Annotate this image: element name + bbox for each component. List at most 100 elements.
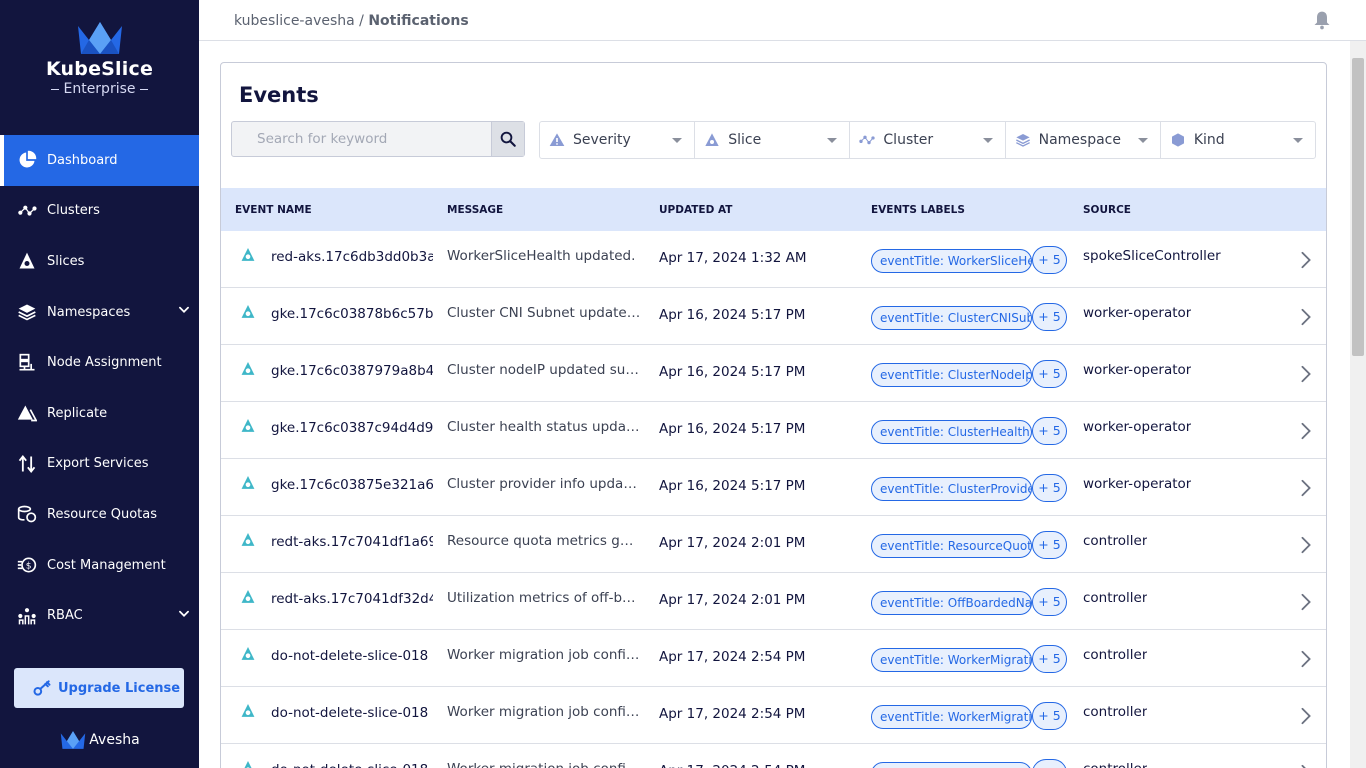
event-name: do-not-delete-slice-018	[271, 762, 433, 768]
notifications-bell-icon[interactable]	[1312, 10, 1332, 34]
table-row[interactable]: redt-aks.17c7041df32d4 Utilization metric…	[221, 573, 1326, 630]
scrollbar-thumb[interactable]	[1352, 58, 1364, 356]
table-row[interactable]: do-not-delete-slice-018 Worker migration …	[221, 630, 1326, 687]
chevron-right-icon[interactable]	[1299, 308, 1313, 330]
column-updated-at[interactable]: UPDATED AT	[659, 204, 732, 216]
event-labels: eventTitle: ClusterNodeIp + 5	[871, 359, 1067, 389]
event-label-chip[interactable]: eventTitle: ClusterCNISubnet	[871, 306, 1032, 330]
filter-namespace[interactable]: Namespace	[1006, 122, 1161, 158]
column-event-name[interactable]: EVENT NAME	[235, 204, 312, 216]
event-label-chip[interactable]: eventTitle: WorkerMigration	[871, 705, 1032, 729]
sidebar-item-slices[interactable]: Slices	[0, 236, 199, 287]
chevron-right-icon[interactable]	[1299, 479, 1313, 501]
event-source: controller	[1083, 761, 1147, 768]
sidebar-item-label: Resource Quotas	[47, 506, 158, 522]
chevron-down-icon[interactable]	[177, 607, 191, 625]
event-severity-icon	[241, 589, 255, 609]
more-labels-chip[interactable]: + 5	[1032, 360, 1067, 388]
kubeslice-logo[interactable]: KubeSlice Enterprise	[0, 20, 199, 97]
more-labels-chip[interactable]: + 5	[1032, 588, 1067, 616]
sidebar-item-resource-quotas[interactable]: Resource Quotas	[0, 489, 199, 540]
sidebar-item-clusters[interactable]: Clusters	[0, 186, 199, 237]
more-labels-chip[interactable]: + 5	[1032, 417, 1067, 445]
event-severity-icon	[241, 532, 255, 552]
table-row[interactable]: do-not-delete-slice-018 Worker migration …	[221, 744, 1326, 768]
search-input[interactable]	[232, 122, 491, 156]
more-labels-chip[interactable]: + 5	[1032, 303, 1067, 331]
sidebar-item-label: Export Services	[47, 456, 149, 472]
search-button[interactable]	[491, 122, 524, 156]
avesha-brand: Avesha	[0, 730, 199, 750]
event-updated-at: Apr 17, 2024 2:01 PM	[659, 592, 806, 608]
search-icon	[500, 131, 516, 147]
event-label-chip[interactable]: eventTitle: ClusterProviderInfo	[871, 477, 1032, 501]
event-name: redt-aks.17c7041df32d4	[271, 591, 433, 607]
more-labels-chip[interactable]: + 5	[1032, 531, 1067, 559]
chevron-right-icon[interactable]	[1299, 536, 1313, 558]
event-label-chip[interactable]: eventTitle: ResourceQuota	[871, 534, 1032, 558]
event-updated-at: Apr 16, 2024 5:17 PM	[659, 421, 806, 437]
more-labels-chip[interactable]: + 5	[1032, 474, 1067, 502]
sidebar-item-label: Dashboard	[47, 152, 118, 168]
chevron-right-icon[interactable]	[1299, 707, 1313, 729]
table-row[interactable]: red-aks.17c6db3dd0b3a WorkerSliceHealth u…	[221, 231, 1326, 288]
more-labels-chip[interactable]: + 5	[1032, 645, 1067, 673]
sidebar-item-cost-management[interactable]: $ Cost Management	[0, 540, 199, 591]
filter-kind[interactable]: Kind	[1161, 122, 1315, 158]
event-source: worker-operator	[1083, 419, 1192, 435]
sidebar-item-node-assignment[interactable]: Node Assignment	[0, 337, 199, 388]
caret-down-icon	[1293, 138, 1304, 143]
page-scrollbar[interactable]	[1350, 41, 1366, 768]
event-labels: eventTitle: ClusterHealthStatus+ 5	[871, 416, 1067, 446]
chevron-right-icon[interactable]	[1299, 422, 1313, 444]
table-row[interactable]: redt-aks.17c7041df1a69e Resource quota me…	[221, 516, 1326, 573]
event-message: Resource quota metrics got updated	[447, 533, 641, 549]
more-labels-chip[interactable]: + 5	[1032, 759, 1067, 768]
event-label-chip[interactable]: eventTitle: ClusterNodeIp	[871, 363, 1032, 387]
table-row[interactable]: do-not-delete-slice-018 Worker migration …	[221, 687, 1326, 744]
sidebar-item-rbac[interactable]: RBAC	[0, 590, 199, 641]
event-label-chip[interactable]: eventTitle: OffBoardedNamespace	[871, 591, 1032, 615]
event-label-chip[interactable]: eventTitle: WorkerMigration	[871, 648, 1032, 672]
chevron-right-icon[interactable]	[1299, 251, 1313, 273]
column-events-labels[interactable]: EVENTS LABELS	[871, 204, 965, 216]
breadcrumb-root[interactable]: kubeslice-avesha	[234, 13, 355, 29]
filter-label: Namespace	[1038, 132, 1121, 148]
event-name: red-aks.17c6db3dd0b3a	[271, 249, 433, 265]
column-message[interactable]: MESSAGE	[447, 204, 503, 216]
event-source: worker-operator	[1083, 476, 1192, 492]
key-icon	[32, 678, 52, 698]
filter-severity[interactable]: Severity	[540, 122, 696, 158]
event-name: redt-aks.17c7041df1a69e	[271, 534, 433, 550]
table-row[interactable]: gke.17c6c03875e321a6 Cluster provider inf…	[221, 459, 1326, 516]
event-source: controller	[1083, 533, 1148, 549]
table-row[interactable]: gke.17c6c0387979a8b4 Cluster nodeIP updat…	[221, 345, 1326, 402]
event-message: Worker migration job configured	[447, 647, 641, 663]
chevron-right-icon[interactable]	[1299, 764, 1313, 768]
event-name: do-not-delete-slice-018	[271, 705, 429, 721]
caret-down-icon	[672, 138, 683, 143]
sidebar-item-export-services[interactable]: Export Services	[0, 439, 199, 490]
more-labels-chip[interactable]: + 5	[1032, 702, 1067, 730]
column-source[interactable]: SOURCE	[1083, 204, 1131, 216]
events-title: Events	[239, 83, 319, 107]
chevron-right-icon[interactable]	[1299, 365, 1313, 387]
chevron-right-icon[interactable]	[1299, 593, 1313, 615]
filter-cluster[interactable]: Cluster	[850, 122, 1006, 158]
event-message: Worker migration job configured	[447, 761, 641, 768]
filter-slice[interactable]: Slice	[695, 122, 851, 158]
more-labels-chip[interactable]: + 5	[1032, 246, 1067, 274]
upgrade-license-button[interactable]: Upgrade License	[14, 668, 184, 708]
chevron-right-icon[interactable]	[1299, 650, 1313, 672]
event-updated-at: Apr 16, 2024 5:17 PM	[659, 307, 806, 323]
table-row[interactable]: gke.17c6c0387c94d4d9 Cluster health statu…	[221, 402, 1326, 459]
sidebar-item-replicate[interactable]: Replicate	[0, 388, 199, 439]
filter-bar: Severity Slice Cluster Namespace Kind	[539, 121, 1316, 159]
chevron-down-icon[interactable]	[177, 303, 191, 321]
event-label-chip[interactable]: eventTitle: WorkerSliceHealth	[871, 249, 1032, 273]
event-label-chip[interactable]: eventTitle: ClusterHealthStatus	[871, 420, 1032, 444]
event-label-chip[interactable]: eventTitle: WorkerMigration	[871, 762, 1032, 768]
sidebar-item-dashboard[interactable]: Dashboard	[0, 135, 199, 186]
table-row[interactable]: gke.17c6c03878b6c57b Cluster CNI Subnet u…	[221, 288, 1326, 345]
sidebar-item-namespaces[interactable]: Namespaces	[0, 287, 199, 338]
